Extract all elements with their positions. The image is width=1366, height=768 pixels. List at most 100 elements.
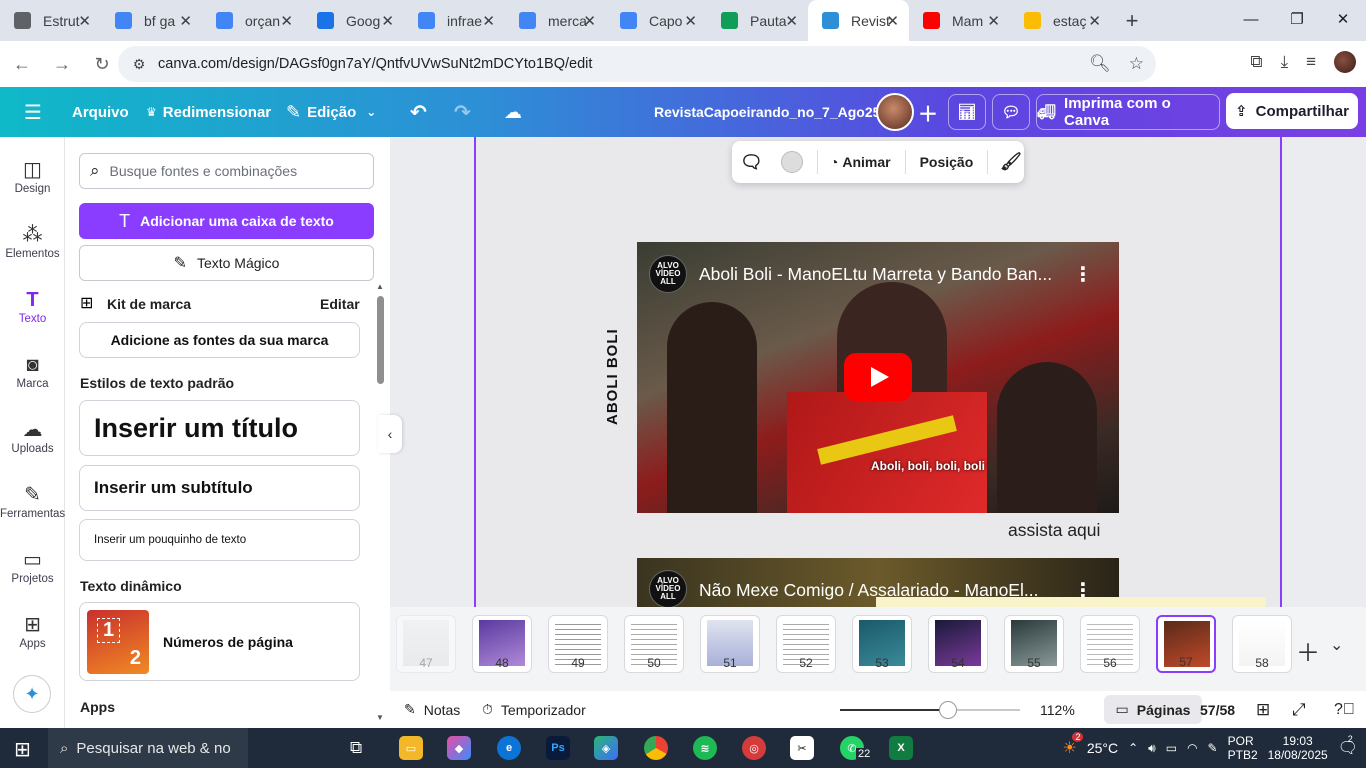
- page-thumbnail[interactable]: 52: [776, 615, 836, 673]
- excel-icon[interactable]: X: [889, 736, 913, 760]
- page-thumbnail[interactable]: 55: [1004, 615, 1064, 673]
- insights-button[interactable]: 📊︎: [948, 94, 986, 130]
- add-page-button[interactable]: ＋: [1296, 633, 1320, 668]
- close-tab-icon[interactable]: ✕: [886, 12, 899, 30]
- hamburger-icon[interactable]: ☰: [24, 100, 42, 125]
- video-1-title[interactable]: Aboli Boli - ManoELtu Marreta y Bando Ba…: [699, 264, 1052, 285]
- page-thumbnail[interactable]: 48: [472, 615, 532, 673]
- vertical-title-text[interactable]: ABOLI BOLI: [604, 325, 626, 429]
- omnibox[interactable]: ⚙ canva.com/design/DAGsf0gn7aY/QntfvUVwS…: [118, 46, 1156, 82]
- page-numbers-card[interactable]: 1 2 Números de página: [79, 602, 360, 681]
- page-thumbnail[interactable]: 50: [624, 615, 684, 673]
- temperature[interactable]: 25°C: [1087, 740, 1118, 756]
- task-view-icon[interactable]: ⧉: [350, 738, 362, 758]
- extensions-icon[interactable]: ⧉: [1250, 52, 1262, 72]
- zoom-slider-handle[interactable]: [939, 701, 957, 719]
- fullscreen-icon[interactable]: ⤢: [1292, 700, 1306, 720]
- timer-button[interactable]: ⏱ Temporizador: [482, 701, 586, 718]
- browser-tab[interactable]: Mam ✕: [909, 0, 1010, 41]
- new-tab-button[interactable]: +: [1117, 8, 1147, 34]
- browser-tab[interactable]: infrae ✕: [404, 0, 505, 41]
- add-collaborator-icon[interactable]: ＋: [918, 98, 938, 127]
- insert-title-card[interactable]: Inserir um título: [79, 400, 360, 456]
- rail-item-elementos[interactable]: ⁂ Elementos: [0, 222, 65, 260]
- m365-icon[interactable]: ◈: [594, 736, 618, 760]
- clock[interactable]: 19:03 18/08/2025: [1268, 734, 1328, 762]
- spotify-icon[interactable]: ≋: [693, 736, 717, 760]
- maximize-button[interactable]: ❐: [1274, 0, 1320, 41]
- share-button[interactable]: ⇪ Compartilhar: [1226, 93, 1358, 129]
- page-thumbnail[interactable]: 49: [548, 615, 608, 673]
- watch-here-text[interactable]: assista aqui: [1008, 520, 1100, 541]
- help-icon[interactable]: ?⃝: [1334, 701, 1355, 719]
- download-icon[interactable]: ⤓: [1281, 52, 1289, 72]
- scroll-up-icon[interactable]: ▲: [376, 282, 384, 291]
- page-thumbnail[interactable]: 53: [852, 615, 912, 673]
- animate-button[interactable]: ◔ Animar: [830, 154, 891, 170]
- browser-tab[interactable]: Capo ✕: [606, 0, 707, 41]
- close-tab-icon[interactable]: ✕: [1088, 12, 1101, 30]
- cloud-saved-icon[interactable]: ☁: [504, 102, 522, 123]
- undo-icon[interactable]: ↶: [410, 100, 427, 125]
- chevron-down-icon[interactable]: ⌄: [1330, 635, 1343, 655]
- notes-button[interactable]: ✎ Notas: [404, 701, 460, 718]
- photoshop-icon[interactable]: Ps: [546, 736, 570, 760]
- chrome-icon[interactable]: [644, 736, 668, 760]
- profile-avatar[interactable]: [1334, 51, 1356, 73]
- insert-subtitle-card[interactable]: Inserir um subtítulo: [79, 465, 360, 511]
- bookmark-star-icon[interactable]: ☆: [1129, 54, 1144, 74]
- zoom-slider[interactable]: [840, 701, 1020, 719]
- collaborator-avatar[interactable]: [876, 93, 914, 131]
- weather-icon[interactable]: ☀ 2: [1062, 732, 1084, 758]
- forward-button[interactable]: →: [44, 54, 80, 75]
- insert-body-card[interactable]: Inserir um pouquinho de texto: [79, 519, 360, 561]
- windows-start-icon[interactable]: ⊞: [14, 737, 31, 762]
- page-thumbnail[interactable]: 54: [928, 615, 988, 673]
- close-tab-icon[interactable]: ✕: [785, 12, 798, 30]
- magic-text-button[interactable]: ✎ Texto Mágico: [79, 245, 374, 281]
- channel-logo[interactable]: ALVO VÍDEO ALL: [649, 255, 687, 293]
- add-textbox-button[interactable]: T Adicionar uma caixa de texto: [79, 203, 374, 239]
- browser-tab[interactable]: Pauta ✕: [707, 0, 808, 41]
- document-title[interactable]: RevistaCapoeirando_no_7_Ago25: [654, 104, 880, 120]
- comments-button[interactable]: 💬︎: [992, 94, 1030, 130]
- rail-item-ferramentas[interactable]: ✎ Ferramentas: [0, 482, 65, 520]
- browser-tab[interactable]: orçan ✕: [202, 0, 303, 41]
- browser-tab[interactable]: Estrut ✕: [0, 0, 101, 41]
- wifi-icon[interactable]: ◠: [1187, 741, 1197, 755]
- capcut-icon[interactable]: ✂: [790, 736, 814, 760]
- page-thumbnail[interactable]: 56: [1080, 615, 1140, 673]
- resize-menu[interactable]: ♛ Redimensionar: [146, 104, 271, 121]
- search-input[interactable]: [109, 163, 350, 179]
- close-window-button[interactable]: ✕: [1320, 0, 1366, 41]
- browser-tab[interactable]: Goog ✕: [303, 0, 404, 41]
- font-search[interactable]: ⌕: [79, 153, 374, 189]
- file-menu[interactable]: Arquivo: [72, 104, 129, 121]
- print-button[interactable]: 🚚︎ Imprima com o Canva: [1036, 94, 1220, 130]
- browser-tab[interactable]: bf ga ✕: [101, 0, 202, 41]
- zoom-icon[interactable]: 🔍︎: [1089, 54, 1111, 74]
- media-app-icon[interactable]: ◎: [742, 736, 766, 760]
- grid-view-icon[interactable]: ⊞: [1256, 700, 1270, 720]
- minimize-button[interactable]: —: [1228, 0, 1274, 41]
- close-tab-icon[interactable]: ✕: [684, 12, 697, 30]
- rail-item-texto[interactable]: T Texto: [0, 287, 65, 325]
- play-button[interactable]: [844, 353, 912, 401]
- pen-icon[interactable]: ✎: [1208, 741, 1218, 755]
- battery-icon[interactable]: ▭: [1166, 741, 1177, 755]
- youtube-embed-1[interactable]: ALVO VÍDEO ALL Aboli Boli - ManoELtu Mar…: [637, 242, 1119, 513]
- site-info-icon[interactable]: ⚙: [128, 56, 150, 73]
- close-tab-icon[interactable]: ✕: [987, 12, 1000, 30]
- close-tab-icon[interactable]: ✕: [280, 12, 293, 30]
- panel-scrollbar[interactable]: ▲ ▼: [376, 282, 385, 722]
- add-brand-fonts-button[interactable]: Adicione as fontes da sua marca: [79, 322, 360, 358]
- browser-tab[interactable]: Revist ✕: [808, 0, 909, 41]
- page-thumbnail[interactable]: 47: [396, 615, 456, 673]
- scroll-down-icon[interactable]: ▼: [376, 713, 384, 722]
- edit-menu[interactable]: ✎ Edição ⌄: [286, 102, 376, 123]
- more-options-icon[interactable]: ⋮: [1073, 262, 1093, 287]
- browser-tab[interactable]: estaç ✕: [1010, 0, 1111, 41]
- file-explorer-icon[interactable]: ▭: [399, 736, 423, 760]
- brand-edit-link[interactable]: Editar: [320, 296, 360, 312]
- comment-add-icon[interactable]: 🗨︎: [740, 152, 763, 173]
